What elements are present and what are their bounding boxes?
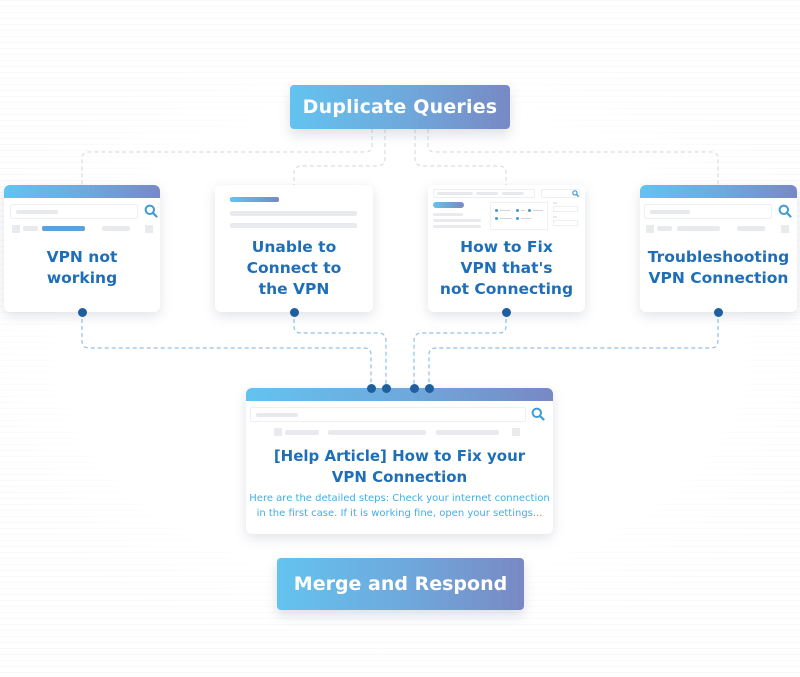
article-title: [Help Article] How to Fix your VPN Conne… — [273, 447, 526, 486]
mock-line — [328, 430, 426, 435]
mock-search-field — [433, 189, 535, 198]
search-icon — [531, 407, 545, 421]
search-icon — [572, 190, 579, 197]
mock-search-field — [250, 407, 526, 422]
mock-heading-bar — [433, 202, 464, 208]
query-card-title: VPN not working — [46, 248, 118, 287]
mock-square — [781, 225, 789, 233]
mock-line — [230, 211, 357, 216]
mock-square — [274, 428, 282, 436]
mock-line — [436, 430, 499, 435]
mock-line — [433, 213, 463, 216]
mock-line — [657, 226, 672, 231]
merged-help-article-card: [Help Article] How to Fix your VPN Conne… — [246, 388, 553, 534]
mock-square — [12, 225, 20, 233]
article-body-text: Here are the detailed steps: Check your … — [249, 493, 550, 519]
node-dot-card-4 — [714, 308, 723, 317]
search-icon — [144, 204, 158, 218]
mock-line — [230, 223, 357, 228]
mock-square — [512, 428, 520, 436]
query-card-title: Troubleshooting VPN Connection — [647, 248, 790, 287]
connector-card-2-to-article — [293, 312, 387, 388]
merge-and-respond-node: Merge and Respond — [277, 558, 524, 610]
connector-top-to-card-1 — [81, 129, 373, 186]
query-card-troubleshooting: Troubleshooting VPN Connection — [640, 185, 797, 312]
mock-square — [646, 225, 654, 233]
mock-search-field — [10, 204, 138, 219]
duplicate-queries-node: Duplicate Queries — [290, 85, 510, 129]
mock-square — [145, 225, 153, 233]
card-header-bar — [640, 185, 797, 198]
mock-line — [102, 226, 130, 231]
query-card-title: How to Fix VPN that's not Connecting — [439, 238, 574, 298]
mock-line — [433, 225, 481, 228]
mock-input — [553, 220, 578, 226]
connector-top-to-card-3 — [414, 129, 507, 186]
card-header-bar — [246, 388, 553, 401]
query-card-vpn-not-working: VPN not working — [4, 185, 160, 312]
mock-line — [285, 430, 319, 435]
mock-input — [553, 206, 578, 212]
connector-top-to-card-4 — [427, 129, 719, 186]
duplicate-queries-label: Duplicate Queries — [302, 96, 498, 118]
query-card-unable-to-connect: Unable to Connect to the VPN — [215, 185, 373, 312]
card-header-bar — [4, 185, 160, 198]
connector-card-1-to-article — [81, 312, 372, 388]
node-dot-article-3 — [410, 384, 419, 393]
merge-and-respond-label: Merge and Respond — [293, 573, 508, 595]
node-dot-card-3 — [502, 308, 511, 317]
node-dot-article-1 — [367, 384, 376, 393]
mock-line — [433, 219, 481, 222]
mock-search-field — [644, 204, 772, 219]
mock-line — [737, 226, 765, 231]
connector-card-3-to-article — [413, 312, 507, 388]
node-dot-card-2 — [290, 308, 299, 317]
mock-heading-bar — [230, 197, 279, 202]
mock-line-highlight — [42, 226, 85, 231]
mock-line — [677, 226, 720, 231]
node-dot-article-2 — [382, 384, 391, 393]
mock-form-panel — [490, 202, 548, 230]
connector-top-to-card-2 — [293, 129, 386, 186]
node-dot-article-4 — [425, 384, 434, 393]
query-card-how-to-fix: How to Fix VPN that's not Connecting — [428, 185, 585, 312]
mock-line — [23, 226, 38, 231]
query-card-title: Unable to Connect to the VPN — [246, 238, 342, 298]
connector-card-4-to-article — [428, 312, 719, 388]
search-icon — [778, 204, 792, 218]
node-dot-card-1 — [78, 308, 87, 317]
